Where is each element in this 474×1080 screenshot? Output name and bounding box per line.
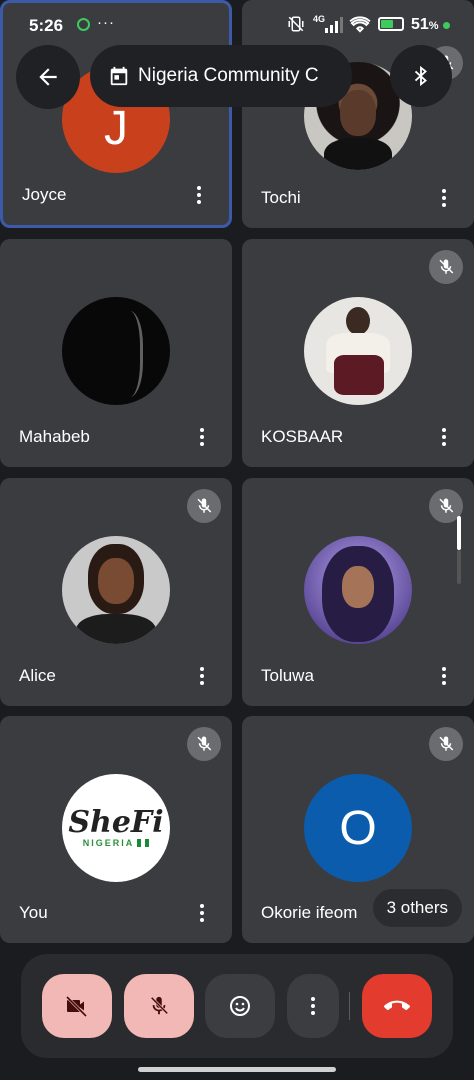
more-options-icon[interactable] [196, 423, 208, 451]
meeting-title: Nigeria Community C [138, 65, 319, 86]
avatar-initial: J [104, 101, 128, 155]
avatar [62, 297, 170, 405]
more-options-icon[interactable] [438, 662, 450, 690]
more-notifications-icon: ··· [97, 14, 115, 31]
arrow-back-icon [39, 68, 57, 86]
mic-off-icon [187, 727, 221, 761]
mic-off-icon [429, 250, 463, 284]
meeting-title-chip[interactable]: Nigeria Community C [90, 45, 352, 107]
participant-tile-toluwa[interactable]: Toluwa [242, 478, 474, 706]
divider [349, 992, 350, 1020]
participant-name: Toluwa [261, 666, 314, 685]
video-off-icon [65, 995, 88, 1018]
battery-icon [378, 17, 404, 31]
more-options-icon[interactable] [438, 423, 450, 451]
status-time: 5:26 [29, 16, 64, 35]
avatar [304, 536, 412, 644]
more-options-icon[interactable] [196, 662, 208, 690]
participant-name: Joyce [22, 185, 67, 204]
battery-level: 51% [411, 16, 439, 33]
participant-name: Tochi [261, 188, 301, 207]
call-end-icon [384, 1000, 410, 1011]
gesture-handle[interactable] [138, 1067, 336, 1072]
reactions-button[interactable] [205, 974, 275, 1038]
more-options-icon[interactable] [196, 899, 208, 927]
mic-off-icon [187, 489, 221, 523]
scrollbar-track [457, 550, 461, 584]
mic-off-button[interactable] [124, 974, 194, 1038]
app-notification-icon [77, 18, 90, 31]
more-options-icon[interactable] [438, 184, 450, 212]
participant-tile-kosbaar[interactable]: KOSBAAR [242, 239, 474, 467]
participant-tile-okorie[interactable]: O Okorie ifeom 3 others [242, 716, 474, 943]
avatar: O [304, 774, 412, 882]
participant-name: Okorie ifeom [261, 903, 358, 922]
signal-icon [324, 17, 344, 38]
bluetooth-icon [414, 65, 427, 87]
others-badge[interactable]: 3 others [372, 889, 462, 927]
back-button[interactable] [16, 45, 80, 109]
mic-off-icon [150, 996, 169, 1015]
mic-off-icon [429, 727, 463, 761]
end-call-button[interactable] [362, 974, 432, 1038]
bluetooth-audio-button[interactable] [390, 45, 452, 107]
wifi-icon [349, 15, 371, 38]
calendar-icon [110, 66, 128, 86]
more-options-icon[interactable] [193, 181, 205, 209]
shefi-logo: SheFi NIGERIA [62, 774, 170, 882]
emoji-icon [230, 996, 250, 1016]
more-vert-icon [311, 997, 315, 1015]
participant-name: KOSBAAR [261, 427, 344, 446]
participant-tile-alice[interactable]: Alice [0, 478, 232, 706]
participant-tile-you[interactable]: SheFi NIGERIA You [0, 716, 232, 943]
avatar [62, 536, 170, 644]
participant-name: Mahabeb [19, 427, 90, 446]
scrollbar[interactable] [457, 516, 461, 550]
charging-dot-icon [443, 22, 450, 29]
vibrate-off-icon [286, 15, 306, 38]
participant-name: You [19, 903, 48, 922]
more-options-button[interactable] [287, 974, 339, 1038]
avatar [304, 297, 412, 405]
status-bar: 5:26 ··· 4G 51% [0, 0, 474, 50]
call-controls-bar [21, 954, 453, 1058]
avatar-initial: O [339, 801, 377, 855]
camera-off-button[interactable] [42, 974, 112, 1038]
participant-name: Alice [19, 666, 56, 685]
participant-tile-mahabeb[interactable]: Mahabeb [0, 239, 232, 467]
